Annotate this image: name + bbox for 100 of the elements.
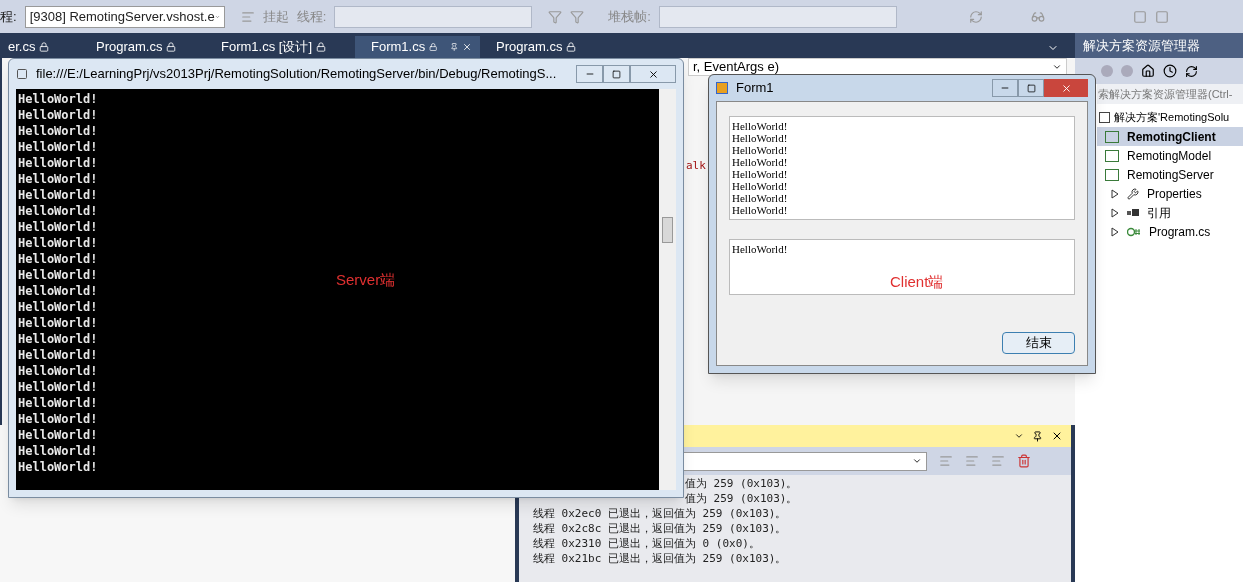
maximize-icon [1026,83,1036,93]
tree-item[interactable]: RemotingServer [1097,165,1243,184]
tree-item-label: RemotingClient [1127,128,1216,146]
document-tab[interactable]: Form1.cs [设计] [205,36,355,58]
clear-icon[interactable] [1017,454,1031,468]
minimize-button[interactable] [992,79,1018,97]
end-button[interactable]: 结束 [1002,332,1075,354]
minimize-button[interactable] [576,65,603,83]
csharp-project-icon [1105,168,1119,181]
refresh-icon[interactable] [968,9,983,24]
lock-icon [429,42,438,52]
console-line: HelloWorld! [18,91,98,107]
output-source-dropdown[interactable] [683,451,927,471]
console-icon [16,68,28,80]
window-icon[interactable] [1132,9,1147,24]
tree-item-label: 解决方案'RemotingSolu [1114,110,1230,126]
message-textbox[interactable]: HelloWorld! Client端 [729,239,1075,295]
log-line: HelloWorld! [732,132,789,144]
glasses-icon[interactable] [1030,9,1045,24]
console-line: HelloWorld! [18,411,98,427]
tree-item[interactable]: RemotingClient [1097,127,1243,146]
tree-item-label: Properties [1147,185,1202,203]
sync-icon[interactable] [1185,64,1198,78]
maximize-button[interactable] [1018,79,1044,97]
tree-item[interactable]: 引用 [1097,203,1243,222]
expand-arrow-icon[interactable] [1111,226,1119,237]
document-tab[interactable]: er.cs [0,36,80,58]
annotation: Server端 [336,270,396,290]
pin-icon[interactable] [1032,430,1043,442]
code-text: alk [686,158,706,174]
log-line: HelloWorld! [732,180,789,192]
scrollbar[interactable] [659,89,676,490]
filter-icon[interactable] [548,9,563,24]
process-label: 程: [0,7,17,26]
tree-item[interactable]: Program.cs [1097,222,1243,241]
search-field[interactable]: 索解决方案资源管理器(Ctrl- [1097,84,1243,104]
window-icon[interactable] [1154,9,1169,24]
close-icon [647,68,659,80]
close-icon[interactable] [1051,430,1063,442]
references-icon [1127,209,1139,216]
align-icon[interactable] [939,454,953,468]
console-line: HelloWorld! [18,459,98,475]
document-tab[interactable]: Form1.cs [355,36,480,58]
output-line: 线程 0x21bc 已退出，返回值为 259 (0x103)。 [533,551,788,566]
tree-item[interactable]: 解决方案'RemotingSolu [1097,108,1243,127]
close-button[interactable] [630,65,676,83]
console-line: HelloWorld! [18,235,98,251]
output-line: 线程 0x2310 已退出，返回值为 0 (0x0)。 [533,536,761,551]
member-dropdown[interactable]: r, EventArgs e) [688,58,1067,76]
stack-frame-label: 堆栈帧: [608,7,651,26]
console-line: HelloWorld! [18,219,98,235]
console-line: HelloWorld! [18,347,98,363]
back-icon[interactable] [1101,65,1113,77]
log-textbox[interactable]: HelloWorld! HelloWorld! HelloWorld! HelloWorld! HelloWorld! HelloWorld! HelloWorld! HelloWorld! [729,116,1075,220]
message-text: HelloWorld! [732,243,789,255]
tree-item[interactable]: Properties [1097,184,1243,203]
output-line: 线程 0x2ec0 已退出，返回值为 259 (0x103)。 [533,506,788,521]
tree-item[interactable]: RemotingModel [1097,146,1243,165]
console-line: HelloWorld! [18,251,98,267]
annotation: Client端 [890,272,945,292]
document-tab[interactable]: Program.cs [480,36,605,58]
log-line: HelloWorld! [732,168,789,180]
expand-arrow-icon[interactable] [1111,207,1119,218]
align-icon[interactable] [965,454,979,468]
home-icon[interactable] [1141,64,1155,78]
lock-icon [316,42,326,52]
output-line: 线程 0x2c8c 已退出，返回值为 259 (0x103)。 [533,521,788,536]
console-line: HelloWorld! [18,107,98,123]
window-title: file:///E:/LearningPrj/vs2013Prj/RemotingSolution/RemotingServer/bin/Debug/RemotingS... [36,65,557,84]
window-title: Form1 [736,79,774,98]
suspend-icon[interactable] [240,9,255,24]
expand-arrow-icon[interactable] [1111,188,1119,199]
console-line: HelloWorld! [18,283,98,299]
console-line: HelloWorld! [18,315,98,331]
console-line: HelloWorld! [18,395,98,411]
console-line: HelloWorld! [18,379,98,395]
console-line: HelloWorld! [18,171,98,187]
console-line: HelloWorld! [18,443,98,459]
document-tab[interactable]: Program.cs [80,36,205,58]
lock-icon [166,42,177,52]
console-line: HelloWorld! [18,155,98,171]
csharp-file-icon [1127,226,1141,237]
lock-icon [566,42,577,52]
process-dropdown[interactable]: [9308] RemotingServer.vshost.e [24,5,225,28]
tree-item-label: Program.cs [1149,223,1211,241]
forward-icon[interactable] [1121,65,1133,77]
console-line: HelloWorld! [18,363,98,379]
maximize-button[interactable] [603,65,630,83]
align-icon[interactable] [991,454,1005,468]
log-line: HelloWorld! [732,120,789,132]
filter-icon[interactable] [570,9,585,24]
log-line: HelloWorld! [732,144,789,156]
maximize-icon [612,69,621,79]
clock-icon[interactable] [1163,64,1177,78]
thread-dropdown[interactable] [334,5,533,28]
thread-label: 线程: [296,7,327,26]
pin-icon[interactable] [449,42,458,52]
stack-frame-dropdown[interactable] [658,5,897,28]
csharp-project-icon [1105,149,1119,162]
csharp-project-icon [1105,130,1119,143]
